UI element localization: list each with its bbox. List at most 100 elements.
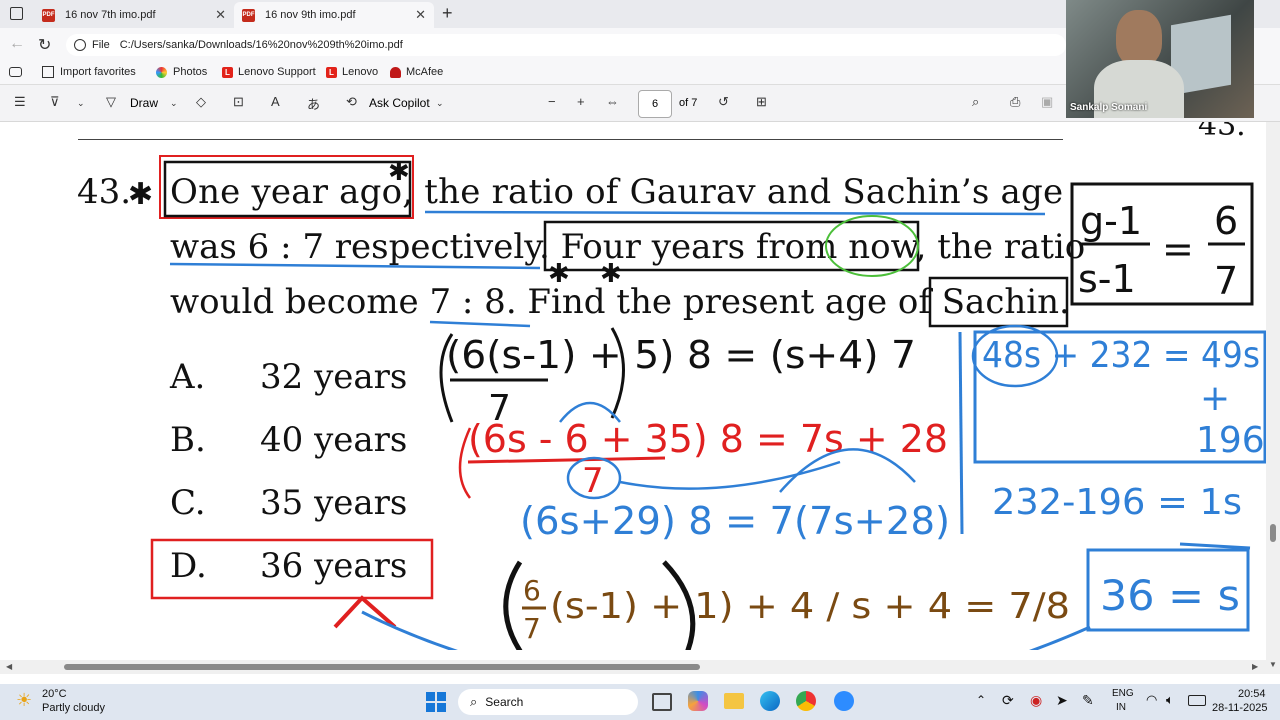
ink-star: ✱	[388, 156, 410, 186]
copilot-app-icon[interactable]	[688, 691, 708, 711]
favorite-lenovo[interactable]: L Lenovo	[326, 66, 378, 78]
chevron-down-icon[interactable]: ⌄	[77, 98, 85, 109]
taskbar: ☀ 20°C Partly cloudy ⌕ Search ⌃ ⟳ ◉ ➤ ✎ …	[0, 684, 1280, 720]
taskbar-search[interactable]: ⌕ Search	[458, 689, 638, 715]
chevron-down-icon[interactable]: ⌄	[170, 98, 178, 109]
fit-page-icon[interactable]: ⇔	[606, 94, 619, 109]
lang-eng[interactable]: ENG	[1112, 688, 1134, 699]
pdf-page: 43. 43. One year ago, the ratio of Gaura…	[0, 122, 1266, 650]
print-icon[interactable]: ⎙	[1010, 94, 1020, 110]
search-icon[interactable]: ⌕	[972, 94, 979, 110]
ink-eq4: (s-1) + 1) + 4 / s + 4 = 7/8	[550, 586, 1070, 627]
tab-actions-icon[interactable]	[10, 7, 23, 20]
start-icon[interactable]	[426, 692, 446, 712]
ink-annotations: ✱ ✱ ✱ ✱ g-1 s-1 = 6 7 (6(s-1) + 5) 8 = (…	[128, 155, 1266, 650]
draw-icon[interactable]: ▽	[106, 94, 116, 110]
scroll-right-icon[interactable]: ▶	[1252, 662, 1258, 671]
chrome-icon[interactable]	[796, 691, 816, 711]
photos-icon	[156, 66, 167, 78]
favorite-photos[interactable]: Photos	[156, 66, 207, 78]
tab-2-title: 16 nov 9th imo.pdf	[265, 9, 356, 21]
close-icon[interactable]: ✕	[215, 7, 226, 23]
page-number-input[interactable]: 6	[638, 90, 672, 118]
scroll-left-icon[interactable]: ◀	[6, 662, 12, 671]
copilot-icon[interactable]: ⟲	[346, 94, 357, 110]
new-tab-icon[interactable]: +	[442, 3, 453, 24]
lenovo-icon: L	[222, 66, 233, 78]
scroll-thumb[interactable]	[64, 664, 700, 670]
wifi-icon[interactable]: ◠	[1146, 692, 1157, 708]
search-label: Search	[485, 695, 524, 709]
page-view-icon[interactable]: ⊞	[756, 94, 767, 110]
person-head	[1116, 10, 1162, 66]
video-name-label: Sankalp Somani	[1070, 102, 1148, 113]
favorite-mcafee[interactable]: McAfee	[390, 66, 443, 78]
volume-icon[interactable]: 🔈︎	[1166, 692, 1174, 708]
scroll-down-icon[interactable]: ▼	[1269, 660, 1277, 669]
eraser-icon[interactable]: ◇	[196, 94, 206, 110]
tray-sync-icon[interactable]: ⟳	[1002, 692, 1014, 709]
ink-star: ✱	[128, 178, 153, 211]
weather-desc: Partly cloudy	[42, 702, 105, 714]
info-icon	[74, 39, 86, 51]
save-icon[interactable]: ▣	[1041, 94, 1053, 110]
draw-label[interactable]: Draw	[130, 96, 158, 110]
page-count: of 7	[679, 97, 698, 109]
ink-box-one-year-inner	[163, 160, 412, 218]
ink-circle-now	[825, 215, 919, 277]
ink-right-5: 36 = s	[1100, 571, 1240, 620]
favorite-import[interactable]: Import favorites	[42, 66, 136, 78]
ink-eq3: (6s+29) 8 = 7(7s+28)	[520, 499, 950, 543]
ink-box-option-d	[150, 538, 434, 600]
refresh-icon[interactable]: ↻	[38, 35, 51, 55]
edge-icon[interactable]	[760, 691, 780, 711]
close-icon[interactable]: ✕	[415, 7, 426, 23]
contents-icon[interactable]: ☰	[14, 94, 26, 110]
url-text: C:/Users/sanka/Downloads/16%20nov%209th%…	[119, 39, 403, 51]
ask-copilot-label[interactable]: Ask Copilot	[369, 96, 430, 110]
tray-chevron-icon[interactable]: ⌃	[976, 693, 986, 707]
clock-time[interactable]: 20:54	[1238, 688, 1266, 700]
battery-icon[interactable]	[1188, 695, 1206, 706]
rotate-icon[interactable]: ↺	[718, 94, 729, 110]
horizontal-scrollbar[interactable]: ◀ ▶	[0, 660, 1266, 674]
ink-box-one-year	[159, 155, 414, 219]
zoom-in-icon[interactable]: +	[577, 94, 585, 109]
ink-underline	[169, 262, 541, 270]
clock-date[interactable]: 28-11-2025	[1212, 702, 1267, 714]
tab-1-title: 16 nov 7th imo.pdf	[65, 9, 156, 21]
tray-pen-icon[interactable]: ✎	[1082, 692, 1094, 709]
tray-app-icon[interactable]: ◉	[1030, 692, 1042, 709]
weather-icon[interactable]: ☀	[16, 690, 32, 711]
webcam-video: Sankalp Somani	[1066, 0, 1254, 118]
zoom-out-icon[interactable]: −	[548, 94, 556, 109]
chevron-down-icon[interactable]: ⌄	[436, 98, 444, 109]
scroll-thumb[interactable]	[1270, 524, 1276, 542]
file-explorer-icon[interactable]	[724, 693, 744, 709]
highlight-icon[interactable]: ⊽	[50, 94, 60, 110]
weather-temp: 20°C	[42, 688, 67, 700]
text-box-icon[interactable]: ⊡	[233, 94, 244, 110]
vertical-scrollbar[interactable]: ▼	[1266, 122, 1280, 674]
ink-underline	[429, 320, 531, 328]
ink-eq4-den: 7	[523, 612, 541, 645]
ink-box-sachin	[928, 276, 1069, 328]
ink-underline	[424, 210, 1046, 216]
url-scheme: File	[92, 39, 110, 51]
reading-icon[interactable]	[9, 67, 22, 77]
ink-box-s: s-1	[1078, 257, 1136, 301]
ink-eq2-den: 7	[582, 461, 604, 501]
tab-2[interactable]: PDF 16 nov 9th imo.pdf ✕	[234, 2, 434, 28]
ink-underline	[1179, 542, 1251, 550]
back-icon[interactable]: ←	[9, 35, 25, 53]
translate-icon[interactable]: あ	[307, 94, 320, 113]
read-aloud-icon[interactable]: A	[271, 94, 280, 109]
tray-send-icon[interactable]: ➤	[1056, 692, 1068, 709]
favorite-lenovo-support[interactable]: L Lenovo Support	[222, 66, 316, 78]
ink-star: ✱	[548, 258, 570, 288]
zoom-app-icon[interactable]	[834, 691, 854, 711]
task-view-icon[interactable]	[652, 693, 672, 711]
tab-1[interactable]: PDF 16 nov 7th imo.pdf ✕	[34, 2, 234, 28]
lang-in[interactable]: IN	[1116, 702, 1126, 713]
url-field[interactable]: File C:/Users/sanka/Downloads/16%20nov%2…	[66, 34, 1066, 56]
